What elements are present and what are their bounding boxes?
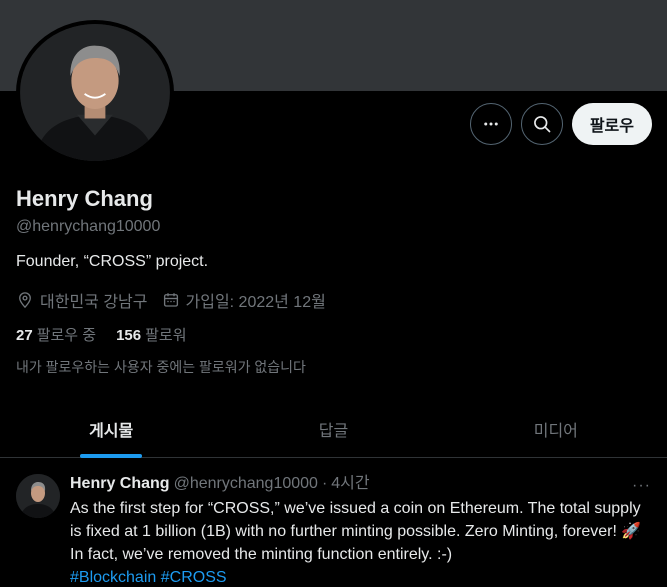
tweet-body: Henry Chang @henrychang10000 · 4시간 As th… [70,471,651,587]
profile-handle: @henrychang10000 [16,218,161,235]
tweet-author-name[interactable]: Henry Chang [70,474,170,494]
joined-item: 가입일: 2022년 12월 [162,288,326,312]
tab-posts[interactable]: 게시물 [0,400,222,458]
followers-label: 팔로워 [145,327,187,344]
tweet-text: As the first step for “CROSS,” we’ve iss… [70,497,651,587]
calendar-icon [163,293,178,307]
profile-avatar[interactable] [16,20,174,165]
more-button[interactable] [469,103,512,145]
tab-posts-label: 게시물 [89,422,134,440]
joined-text: 가입일: 2022년 12월 [185,294,326,311]
location-pin-icon [19,292,31,309]
tab-replies-label: 답글 [318,422,349,440]
profile-bio: Founder, “CROSS” project. [16,253,209,270]
tweet[interactable]: Henry Chang @henrychang10000 · 4시간 As th… [0,459,667,587]
mutual-followers-note: 내가 팔로우하는 사용자 중에는 팔로워가 없습니다 [16,359,306,375]
search-icon [533,116,551,133]
more-icon [484,122,498,126]
following-count: 27 [16,327,33,344]
tweet-author-handle[interactable]: @henrychang10000 [174,474,318,494]
followers-count: 156 [116,327,142,344]
tweet-header: Henry Chang @henrychang10000 · 4시간 [70,474,651,494]
tab-replies[interactable]: 답글 [222,400,444,457]
avatar-photo [20,24,170,161]
location-item: 대한민국 강남구 [16,288,148,312]
tweet-avatar[interactable] [16,474,60,518]
following-label: 팔로우 중 [36,327,97,344]
tab-media-label: 미디어 [533,422,578,440]
tab-media[interactable]: 미디어 [445,400,667,457]
hashtag-link[interactable]: #CROSS [161,569,227,586]
profile-meta: 대한민국 강남구 가입일: 2022년 12월 [16,288,340,312]
followers-link[interactable]: 156 팔로워 [116,324,186,345]
follow-button[interactable]: 팔로우 [571,103,652,145]
hashtag-link[interactable]: #Blockchain [70,569,156,586]
profile-actions: 팔로우 [469,103,652,145]
location-text: 대한민국 강남구 [40,294,148,311]
profile-tabs: 게시물 답글 미디어 [0,400,667,458]
tweet-separator: · [321,475,328,492]
tweet-more-icon[interactable]: ··· [632,477,651,495]
profile-name: Henry Chang [16,186,153,211]
following-link[interactable]: 27 팔로우 중 [16,324,96,345]
follow-counts: 27 팔로우 중 156 팔로워 [16,324,207,345]
search-button[interactable] [520,103,563,145]
tweet-content: As the first step for “CROSS,” we’ve iss… [70,500,642,563]
tweet-timestamp[interactable]: 4시간 [331,474,369,494]
tweet-avatar-photo [16,474,60,518]
